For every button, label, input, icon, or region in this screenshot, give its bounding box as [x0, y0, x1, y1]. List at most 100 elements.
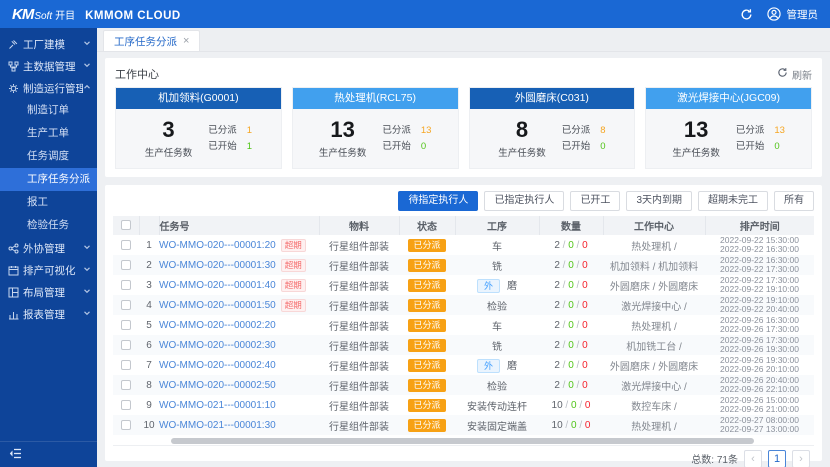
filter-button-4[interactable]: 超期未完工 [698, 191, 768, 211]
pagination-page-1[interactable]: 1 [768, 450, 786, 467]
filter-button-2[interactable]: 已开工 [570, 191, 620, 211]
card-assigned-value: 13 [421, 125, 432, 137]
card-stats-block: 已分派13 已开始0 [382, 121, 431, 157]
task-number-link[interactable]: WO-MMO-020---00002:30 [159, 340, 276, 351]
column-header-5[interactable]: 工作中心 [603, 216, 705, 235]
filter-button-3[interactable]: 3天内到期 [626, 191, 692, 211]
task-number-cell: WO-MMO-021---00001:10 [159, 395, 319, 415]
row-checkbox[interactable] [121, 400, 131, 410]
schedule-time-cell: 2022-09-22 16:30:002022-09-22 17:30:00 [705, 255, 814, 275]
table-row: 6 WO-MMO-020---00002:30 行星组件部装 已分派 铣 2 /… [113, 335, 814, 355]
sidebar-item-3[interactable]: 外协管理 [0, 237, 97, 259]
sync-icon[interactable] [740, 8, 753, 21]
workcenter-card-title[interactable]: 热处理机(RCL75) [293, 88, 458, 109]
column-header-0[interactable]: 任务号 [159, 216, 319, 235]
row-number: 1 [139, 235, 159, 255]
card-started-value: 0 [774, 141, 779, 153]
row-checkbox[interactable] [121, 420, 131, 430]
workcenter-card-body: 8 生产任务数 已分派8 已开始0 [470, 109, 635, 168]
workcenter-card-title[interactable]: 激光焊接中心(JGC09) [646, 88, 811, 109]
row-checkbox-cell [113, 335, 139, 355]
horizontal-scrollbar [113, 437, 814, 445]
task-number-link[interactable]: WO-MMO-020---00002:20 [159, 320, 276, 331]
filter-button-0[interactable]: 待指定执行人 [398, 191, 478, 211]
filter-button-1[interactable]: 已指定执行人 [484, 191, 564, 211]
row-checkbox[interactable] [121, 240, 131, 250]
quantity-cell: 2 / 0 / 0 [539, 335, 603, 355]
sidebar-item-label: 主数据管理 [23, 59, 83, 74]
row-checkbox[interactable] [121, 380, 131, 390]
row-checkbox[interactable] [121, 260, 131, 270]
tab-close-icon[interactable]: × [183, 36, 189, 47]
sidebar-subitem-报工[interactable]: 报工 [0, 191, 97, 214]
column-header-3[interactable]: 工序 [455, 216, 539, 235]
collapse-sidebar-icon[interactable] [9, 448, 22, 462]
select-all-checkbox[interactable] [121, 220, 131, 230]
status-badge: 已分派 [408, 379, 445, 392]
column-header-2[interactable]: 状态 [399, 216, 455, 235]
task-number-link[interactable]: WO-MMO-020---00001:50 [159, 300, 276, 311]
table-row: 10 WO-MMO-021---00001:30 行星组件部装 已分派 安装固定… [113, 415, 814, 435]
task-number-link[interactable]: WO-MMO-021---00001:10 [159, 400, 276, 411]
row-checkbox[interactable] [121, 320, 131, 330]
sidebar-item-1[interactable]: 主数据管理 [0, 55, 97, 77]
card-started-value: 0 [421, 141, 426, 153]
status-cell: 已分派 [399, 235, 455, 255]
chevron-down-icon [83, 242, 91, 254]
chevron-up-icon [83, 82, 91, 94]
row-checkbox-cell [113, 235, 139, 255]
row-checkbox[interactable] [121, 280, 131, 290]
tab-process-task-dispatch[interactable]: 工序任务分派 × [103, 30, 200, 51]
sidebar-item-6[interactable]: 报表管理 [0, 303, 97, 325]
status-cell: 已分派 [399, 375, 455, 395]
outsource-tag: 外 [477, 359, 500, 373]
sidebar-item-2[interactable]: 制造运行管理 [0, 77, 97, 99]
pagination-prev-button[interactable]: ‹ [744, 450, 762, 467]
pagination-next-button[interactable]: › [792, 450, 810, 467]
sidebar-subitem-工序任务分派[interactable]: 工序任务分派 [0, 168, 97, 191]
sidebar-item-4[interactable]: 排产可视化 [0, 259, 97, 281]
header-actions: 管理员 [740, 7, 819, 22]
task-number-link[interactable]: WO-MMO-020---00002:40 [159, 360, 276, 371]
card-assigned-label: 已分派 [382, 125, 411, 137]
status-badge: 已分派 [408, 319, 445, 332]
workcenter-card-body: 3 生产任务数 已分派1 已开始1 [116, 109, 281, 168]
task-number-link[interactable]: WO-MMO-021---00001:30 [159, 420, 276, 431]
quantity-cell: 10 / 0 / 0 [539, 395, 603, 415]
card-stats-block: 已分派13 已开始0 [736, 121, 785, 157]
card-total-value: 13 [672, 119, 720, 141]
row-checkbox[interactable] [121, 340, 131, 350]
filter-button-5[interactable]: 所有 [774, 191, 814, 211]
refresh-button[interactable]: 刷新 [777, 67, 812, 82]
task-number-link[interactable]: WO-MMO-020---00002:50 [159, 380, 276, 391]
status-cell: 已分派 [399, 415, 455, 435]
user-name[interactable]: 管理员 [787, 7, 819, 22]
table-row: 3 WO-MMO-020---00001:40超期 行星组件部装 已分派 外磨 … [113, 275, 814, 295]
sidebar-item-5[interactable]: 布局管理 [0, 281, 97, 303]
task-number-link[interactable]: WO-MMO-020---00001:40 [159, 280, 276, 291]
status-badge: 已分派 [408, 239, 445, 252]
workcenter-cell: 热处理机 / [603, 235, 705, 255]
process-cell: 铣 [455, 255, 539, 275]
horizontal-scrollbar-thumb[interactable] [171, 438, 754, 444]
row-checkbox[interactable] [121, 360, 131, 370]
sidebar-item-0[interactable]: 工厂建模 [0, 33, 97, 55]
sidebar-subitem-任务调度[interactable]: 任务调度 [0, 145, 97, 168]
column-header-6[interactable]: 排产时间 [705, 216, 814, 235]
column-header-4[interactable]: 数量 [539, 216, 603, 235]
workcenter-cell: 激光焊接中心 / [603, 375, 705, 395]
column-header-1[interactable]: 物料 [319, 216, 399, 235]
row-checkbox[interactable] [121, 300, 131, 310]
task-number-link[interactable]: WO-MMO-020---00001:30 [159, 260, 276, 271]
user-avatar-icon[interactable] [767, 7, 781, 21]
material-cell: 行星组件部装 [319, 355, 399, 375]
sidebar-subitem-检验任务[interactable]: 检验任务 [0, 214, 97, 237]
task-table-wrap: 任务号物料状态工序数量工作中心排产时间 1 WO-MMO-020---00001… [113, 216, 814, 435]
workcenter-card-title[interactable]: 外圆磨床(C031) [470, 88, 635, 109]
schedule-time-cell: 2022-09-26 20:40:002022-09-26 22:10:00 [705, 375, 814, 395]
sidebar-subitem-制造订单[interactable]: 制造订单 [0, 99, 97, 122]
workcenter-card-title[interactable]: 机加领料(G0001) [116, 88, 281, 109]
sidebar-subitem-生产工单[interactable]: 生产工单 [0, 122, 97, 145]
task-number-link[interactable]: WO-MMO-020---00001:20 [159, 240, 276, 251]
app-logo: KM Soft 开目 KMMOM CLOUD [12, 6, 181, 23]
